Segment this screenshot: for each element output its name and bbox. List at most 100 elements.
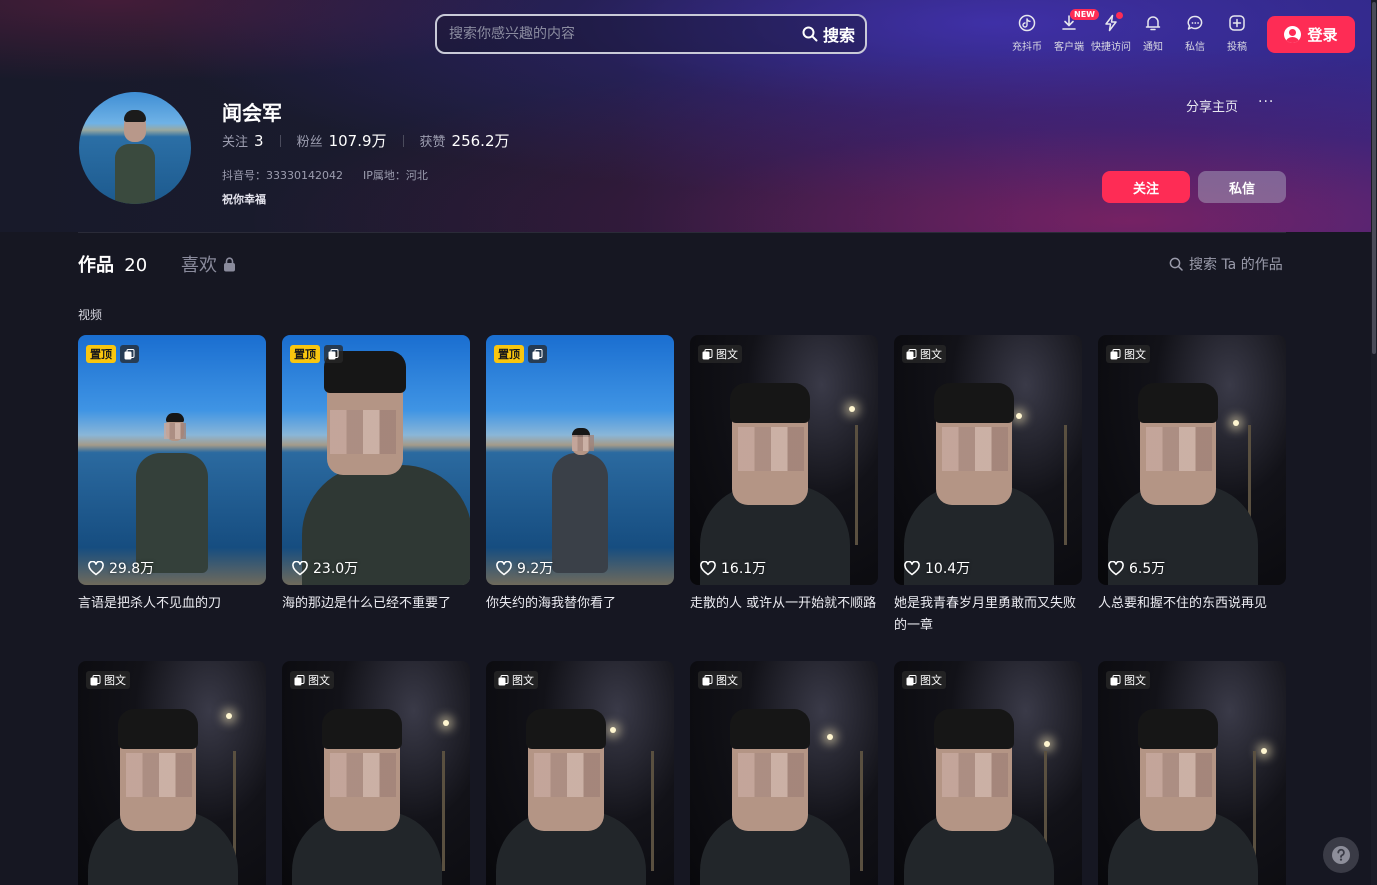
tab-works[interactable]: 作品 20 [78,251,147,277]
search-button[interactable]: 搜索 [802,22,865,46]
post-title[interactable]: 海的那边是什么已经不重要了 [282,593,470,615]
nav-upload[interactable]: 投稿 [1216,12,1258,53]
post-card[interactable]: 置顶 23.0万海的那边是什么已经不重要了 [282,335,470,615]
scrollbar-thumb[interactable] [1372,2,1376,354]
post-likes: 10.4万 [904,558,970,578]
image-post-badge: 图文 [698,671,742,689]
post-card[interactable]: 置顶 9.2万你失约的海我替你看了 [486,335,674,615]
message-button[interactable]: 私信 [1198,171,1286,203]
image-post-badge: 图文 [698,345,742,363]
pinned-badge: 置顶 [86,345,116,363]
plus-square-icon [1226,12,1248,34]
profile-bio: 祝你幸福 [222,193,266,206]
likes-label: 获赞 [419,135,446,150]
post-badges: 图文 [1106,345,1150,363]
nav-recharge[interactable]: 充抖币 [1006,12,1048,53]
heart-icon [904,560,920,576]
tab-works-count: 20 [124,255,148,276]
post-likes: 16.1万 [700,558,766,578]
post-card[interactable]: 图文 [78,661,266,885]
multi-image-icon [120,345,139,363]
nav-notifications[interactable]: 通知 [1132,12,1174,53]
post-badges: 图文 [86,671,130,689]
heart-icon [292,560,308,576]
post-thumbnail[interactable]: 置顶 29.8万 [78,335,266,585]
nav-quick-access[interactable]: 快捷访问 [1090,12,1132,53]
share-profile-button[interactable]: 分享主页 [1186,96,1238,115]
post-badges: 置顶 [494,345,547,363]
post-title[interactable]: 人总要和握不住的东西说再见 [1098,593,1286,615]
post-title[interactable]: 走散的人 或许从一开始就不顺路 [690,593,878,615]
post-title[interactable]: 言语是把杀人不见血的刀 [78,593,266,615]
post-card[interactable]: 图文 [282,661,470,885]
post-thumbnail[interactable]: 置顶 9.2万 [486,335,674,585]
nav-recharge-label: 充抖币 [1012,42,1042,53]
post-thumbnail[interactable]: 图文 [1098,661,1286,885]
followers-label[interactable]: 粉丝 [297,131,323,150]
heart-icon [88,560,104,576]
post-card[interactable]: 图文 [486,661,674,885]
post-badges: 图文 [290,671,334,689]
notification-dot [1116,12,1123,19]
post-thumbnail[interactable]: 图文 [282,661,470,885]
post-card[interactable]: 图文 [690,661,878,885]
section-label: 视频 [78,308,103,322]
image-post-badge: 图文 [902,671,946,689]
post-thumbnail[interactable]: 图文 [486,661,674,885]
post-card[interactable]: 图文 10.4万她是我青春岁月里勇敢而又失败的一章 [894,335,1082,637]
post-likes-count: 6.5万 [1129,561,1166,577]
top-bar: 搜索 充抖币 NEW 客户端 快捷访问 通知 [0,0,1377,70]
post-title[interactable]: 你失约的海我替你看了 [486,593,674,615]
image-post-badge: 图文 [494,671,538,689]
post-card[interactable]: 图文 [894,661,1082,885]
login-button[interactable]: 登录 [1267,16,1355,53]
search-works-button[interactable]: 搜索 Ta 的作品 [1169,254,1283,274]
follow-button[interactable]: 关注 [1102,171,1190,203]
post-badges: 图文 [902,345,946,363]
post-thumbnail[interactable]: 图文 [894,661,1082,885]
post-card[interactable]: 图文 6.5万人总要和握不住的东西说再见 [1098,335,1286,615]
image-post-badge: 图文 [1106,671,1150,689]
image-post-label: 图文 [1124,674,1146,687]
following-label[interactable]: 关注 [222,131,248,150]
post-badges: 图文 [698,345,742,363]
post-likes: 6.5万 [1108,558,1165,578]
post-card[interactable]: 图文 16.1万走散的人 或许从一开始就不顺路 [690,335,878,615]
post-badges: 图文 [698,671,742,689]
post-thumbnail[interactable]: 图文 16.1万 [690,335,878,585]
post-likes-count: 9.2万 [517,561,554,577]
nav-messages-label: 私信 [1185,42,1205,53]
nav-notifications-label: 通知 [1143,42,1163,53]
top-nav: 充抖币 NEW 客户端 快捷访问 通知 私信 投稿 [1006,9,1258,53]
image-post-label: 图文 [716,348,738,361]
help-button[interactable]: ? [1323,837,1359,873]
search-icon [802,26,818,42]
search-input[interactable] [437,26,802,42]
tab-likes-label: 喜欢 [181,255,217,276]
profile-avatar[interactable] [79,92,191,204]
post-thumbnail[interactable]: 图文 6.5万 [1098,335,1286,585]
post-thumbnail[interactable]: 图文 [690,661,878,885]
multi-image-icon [528,345,547,363]
post-card[interactable]: 置顶 29.8万言语是把杀人不见血的刀 [78,335,266,615]
nav-messages[interactable]: 私信 [1174,12,1216,53]
image-post-label: 图文 [104,674,126,687]
post-likes: 23.0万 [292,558,358,578]
post-badges: 置顶 [86,345,139,363]
chat-bubble-icon [1184,12,1206,34]
tab-likes[interactable]: 喜欢 [181,251,236,277]
post-likes: 9.2万 [496,558,553,578]
search-button-label: 搜索 [822,26,855,45]
image-post-label: 图文 [308,674,330,687]
bell-icon [1142,12,1164,34]
following-count[interactable]: 3 [254,132,264,150]
post-thumbnail[interactable]: 图文 [78,661,266,885]
post-title[interactable]: 她是我青春岁月里勇敢而又失败的一章 [894,593,1082,637]
post-card[interactable]: 图文 [1098,661,1286,885]
post-thumbnail[interactable]: 置顶 23.0万 [282,335,470,585]
image-post-label: 图文 [1124,348,1146,361]
nav-client[interactable]: NEW 客户端 [1048,9,1099,53]
post-thumbnail[interactable]: 图文 10.4万 [894,335,1082,585]
followers-count[interactable]: 107.9万 [329,130,387,151]
more-options-button[interactable]: ··· [1258,94,1274,110]
